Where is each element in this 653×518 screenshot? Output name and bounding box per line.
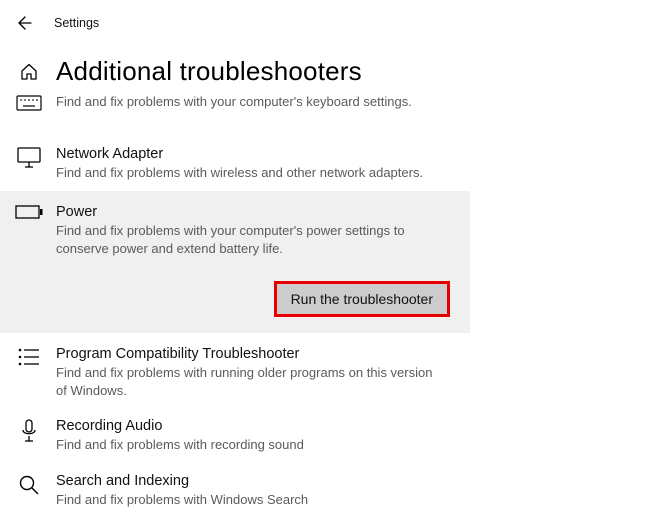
item-network-adapter[interactable]: Network Adapter Find and fix problems wi…: [0, 123, 470, 191]
item-title: Power: [56, 203, 456, 222]
troubleshooter-list: Find and fix problems with your computer…: [0, 93, 653, 518]
run-troubleshooter-button[interactable]: Run the troubleshooter: [274, 281, 450, 317]
search-icon: [14, 472, 44, 508]
battery-icon: [14, 203, 44, 317]
topbar: Settings: [0, 0, 653, 42]
item-title: Program Compatibility Troubleshooter: [56, 345, 456, 364]
list-icon: [14, 345, 44, 399]
item-title: Network Adapter: [56, 145, 456, 164]
monitor-icon: [14, 145, 44, 181]
item-desc: Find and fix problems with Windows Searc…: [56, 491, 446, 509]
item-title: Search and Indexing: [56, 472, 456, 491]
keyboard-icon: [14, 93, 44, 113]
item-recording-audio[interactable]: Recording Audio Find and fix problems wi…: [0, 409, 470, 463]
item-keyboard[interactable]: Find and fix problems with your computer…: [0, 93, 470, 123]
topbar-title: Settings: [54, 16, 99, 30]
page-title: Additional troubleshooters: [56, 56, 362, 87]
home-icon[interactable]: [17, 62, 41, 82]
item-title: Recording Audio: [56, 417, 456, 436]
microphone-icon: [14, 417, 44, 453]
item-program-compatibility[interactable]: Program Compatibility Troubleshooter Fin…: [0, 337, 470, 409]
arrow-left-icon: [17, 15, 33, 31]
item-desc: Find and fix problems with your computer…: [56, 93, 446, 111]
item-search-indexing[interactable]: Search and Indexing Find and fix problem…: [0, 464, 470, 518]
item-desc: Find and fix problems with wireless and …: [56, 164, 446, 182]
header-row: Additional troubleshooters: [0, 42, 653, 93]
item-desc: Find and fix problems with your computer…: [56, 222, 446, 257]
item-desc: Find and fix problems with recording sou…: [56, 436, 446, 454]
item-desc: Find and fix problems with running older…: [56, 364, 446, 399]
back-button[interactable]: [10, 8, 40, 38]
item-power[interactable]: Power Find and fix problems with your co…: [0, 191, 470, 333]
